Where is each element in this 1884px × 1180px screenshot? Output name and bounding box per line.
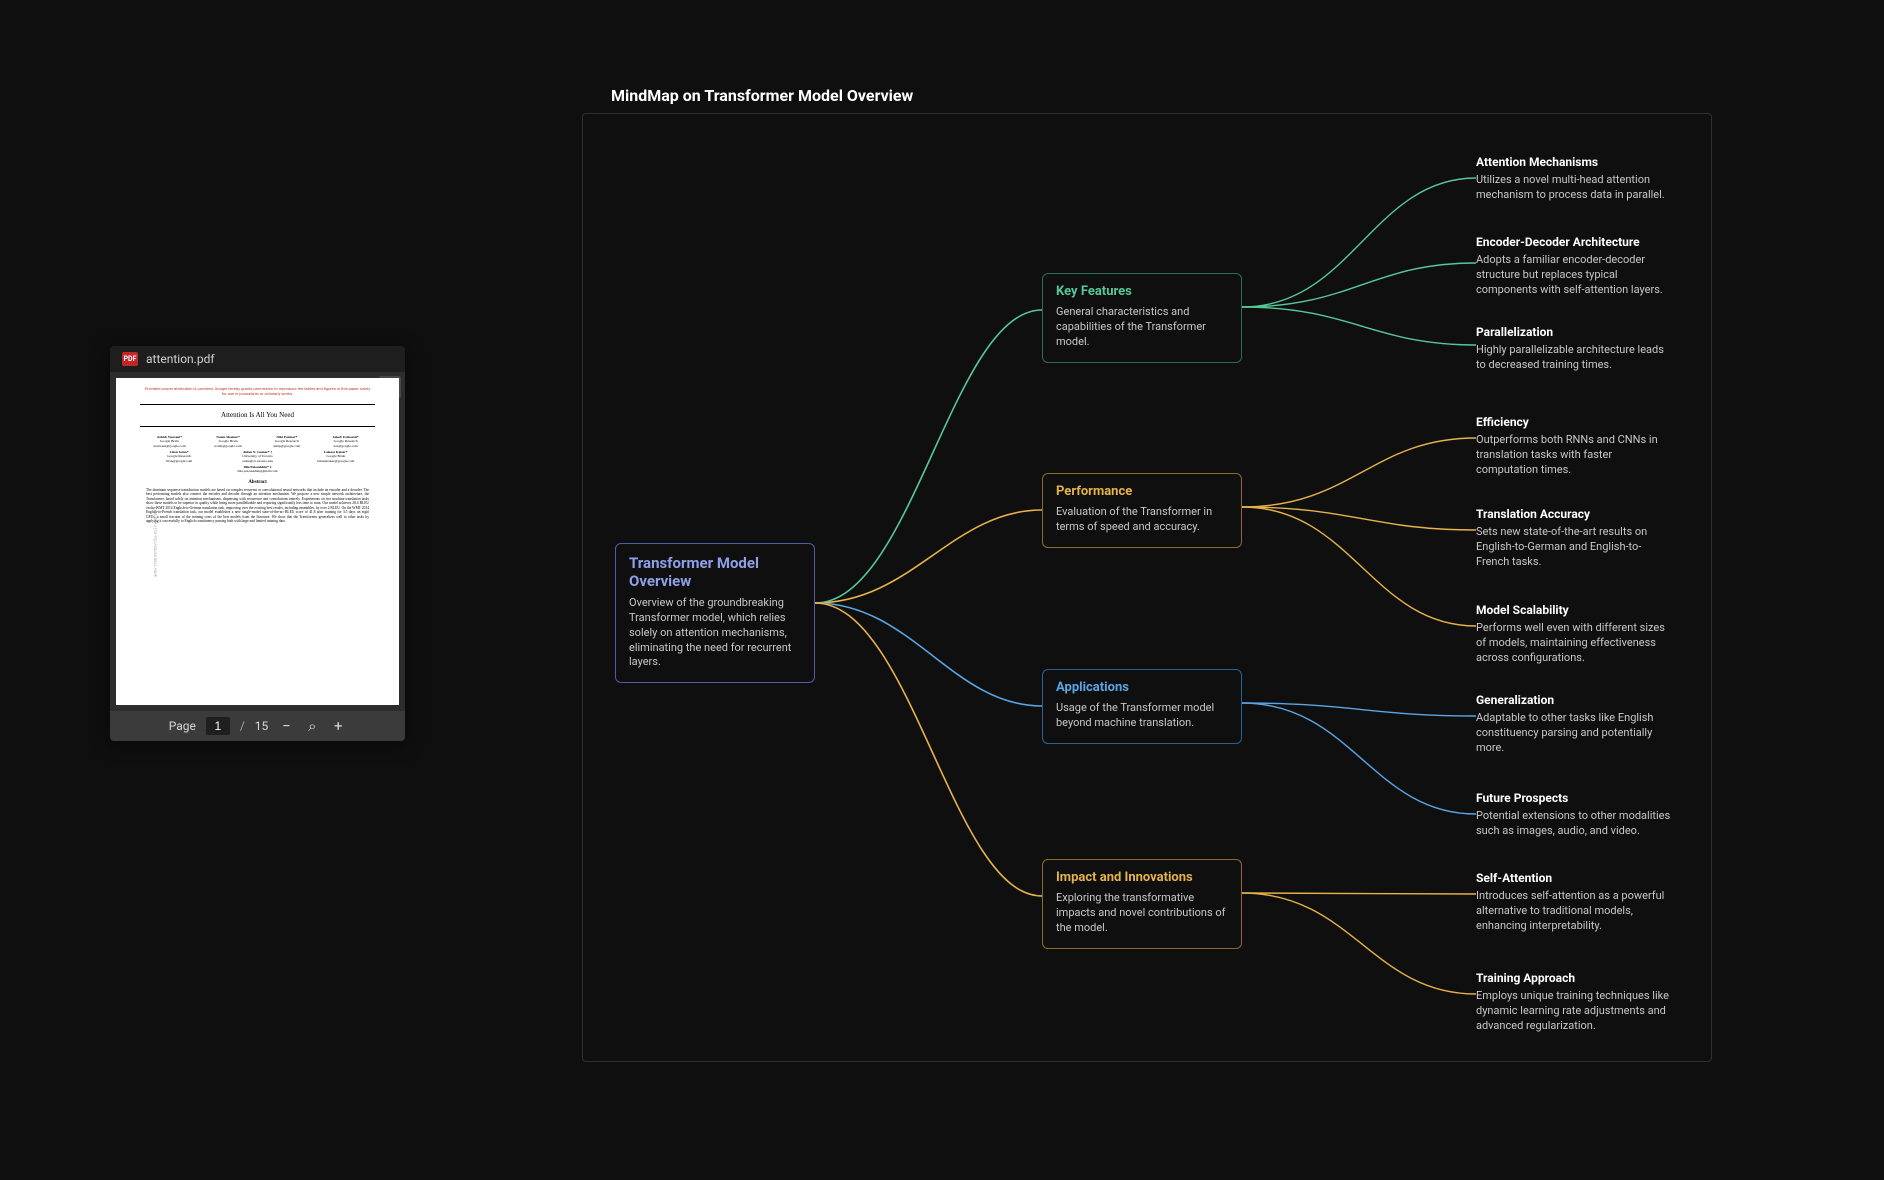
leaf-desc: Highly parallelizable architecture leads…	[1476, 343, 1671, 373]
leaf-desc: Potential extensions to other modalities…	[1476, 809, 1671, 839]
leaf-generalization[interactable]: Generalization Adaptable to other tasks …	[1476, 693, 1671, 756]
leaf-title: Attention Mechanisms	[1476, 155, 1671, 169]
leaf-attention-mechanisms[interactable]: Attention Mechanisms Utilizes a novel mu…	[1476, 155, 1671, 203]
branch-title: Impact and Innovations	[1056, 870, 1228, 885]
branch-key-features[interactable]: Key Features General characteristics and…	[1042, 273, 1242, 363]
authors-row-1: Ashish Vaswani*Google Brainavaswani@goog…	[116, 433, 399, 448]
arxiv-side-label: arXiv:1706.03762v7 [cs.CL] 2 Aug 2023	[152, 507, 157, 577]
leaf-title: Efficiency	[1476, 415, 1671, 429]
leaf-title: Encoder-Decoder Architecture	[1476, 235, 1671, 249]
leaf-title: Self-Attention	[1476, 871, 1671, 885]
branch-impact[interactable]: Impact and Innovations Exploring the tra…	[1042, 859, 1242, 949]
leaf-parallelization[interactable]: Parallelization Highly parallelizable ar…	[1476, 325, 1671, 373]
root-node-title: Transformer Model Overview	[629, 554, 801, 590]
leaf-self-attention[interactable]: Self-Attention Introduces self-attention…	[1476, 871, 1671, 934]
leaf-desc: Employs unique training techniques like …	[1476, 989, 1671, 1034]
page-separator: /	[240, 719, 245, 733]
page-number-input[interactable]	[206, 717, 230, 735]
root-node-desc: Overview of the groundbreaking Transform…	[629, 596, 801, 670]
page-label: Page	[169, 719, 196, 733]
pdf-header: PDF attention.pdf	[110, 346, 405, 372]
branch-desc: General characteristics and capabilities…	[1056, 305, 1228, 350]
leaf-desc: Adaptable to other tasks like English co…	[1476, 711, 1671, 756]
leaf-title: Translation Accuracy	[1476, 507, 1671, 521]
branch-desc: Exploring the transformative impacts and…	[1056, 891, 1228, 936]
pdf-file-icon: PDF	[122, 352, 138, 366]
leaf-training-approach[interactable]: Training Approach Employs unique trainin…	[1476, 971, 1671, 1034]
branch-title: Performance	[1056, 484, 1228, 499]
pdf-body: arXiv:1706.03762v7 [cs.CL] 2 Aug 2023 Pr…	[110, 372, 405, 711]
leaf-desc: Utilizes a novel multi-head attention me…	[1476, 173, 1671, 203]
branch-title: Key Features	[1056, 284, 1228, 299]
pdf-toolbar: Page / 15 − ⌕ +	[110, 711, 405, 741]
leaf-title: Model Scalability	[1476, 603, 1671, 617]
pdf-filename: attention.pdf	[146, 352, 215, 366]
leaf-model-scalability[interactable]: Model Scalability Performs well even wit…	[1476, 603, 1671, 666]
leaf-efficiency[interactable]: Efficiency Outperforms both RNNs and CNN…	[1476, 415, 1671, 478]
branch-title: Applications	[1056, 680, 1228, 695]
leaf-desc: Sets new state-of-the-art results on Eng…	[1476, 525, 1671, 570]
authors-row-2: Llion Jones*Google Researchllion@google.…	[116, 448, 399, 463]
leaf-title: Future Prospects	[1476, 791, 1671, 805]
leaf-future-prospects[interactable]: Future Prospects Potential extensions to…	[1476, 791, 1671, 839]
leaf-desc: Performs well even with different sizes …	[1476, 621, 1671, 666]
leaf-translation-accuracy[interactable]: Translation Accuracy Sets new state-of-t…	[1476, 507, 1671, 570]
paper-title: Attention Is All You Need	[140, 404, 375, 427]
branch-applications[interactable]: Applications Usage of the Transformer mo…	[1042, 669, 1242, 744]
zoom-in-button[interactable]: +	[330, 718, 346, 734]
zoom-out-button[interactable]: −	[278, 718, 294, 734]
pdf-page[interactable]: arXiv:1706.03762v7 [cs.CL] 2 Aug 2023 Pr…	[116, 378, 399, 705]
root-node[interactable]: Transformer Model Overview Overview of t…	[615, 543, 815, 683]
zoom-search-button[interactable]: ⌕	[304, 718, 320, 734]
mindmap-title: MindMap on Transformer Model Overview	[611, 86, 913, 105]
branch-desc: Evaluation of the Transformer in terms o…	[1056, 505, 1228, 535]
leaf-desc: Outperforms both RNNs and CNNs in transl…	[1476, 433, 1671, 478]
page-total: 15	[255, 719, 269, 733]
leaf-title: Training Approach	[1476, 971, 1671, 985]
branch-performance[interactable]: Performance Evaluation of the Transforme…	[1042, 473, 1242, 548]
leaf-title: Parallelization	[1476, 325, 1671, 339]
leaf-encoder-decoder[interactable]: Encoder-Decoder Architecture Adopts a fa…	[1476, 235, 1671, 298]
branch-desc: Usage of the Transformer model beyond ma…	[1056, 701, 1228, 731]
permission-notice: Provided proper attribution is provided,…	[116, 378, 399, 400]
leaf-title: Generalization	[1476, 693, 1671, 707]
abstract-text: The dominant sequence transduction model…	[116, 486, 399, 528]
leaf-desc: Introduces self-attention as a powerful …	[1476, 889, 1671, 934]
authors-row-3: Illia Polosukhin* ‡illia.polosukhin@gmai…	[116, 463, 399, 474]
pdf-preview-panel: PDF attention.pdf arXiv:1706.03762v7 [cs…	[110, 346, 405, 741]
leaf-desc: Adopts a familiar encoder-decoder struct…	[1476, 253, 1671, 298]
